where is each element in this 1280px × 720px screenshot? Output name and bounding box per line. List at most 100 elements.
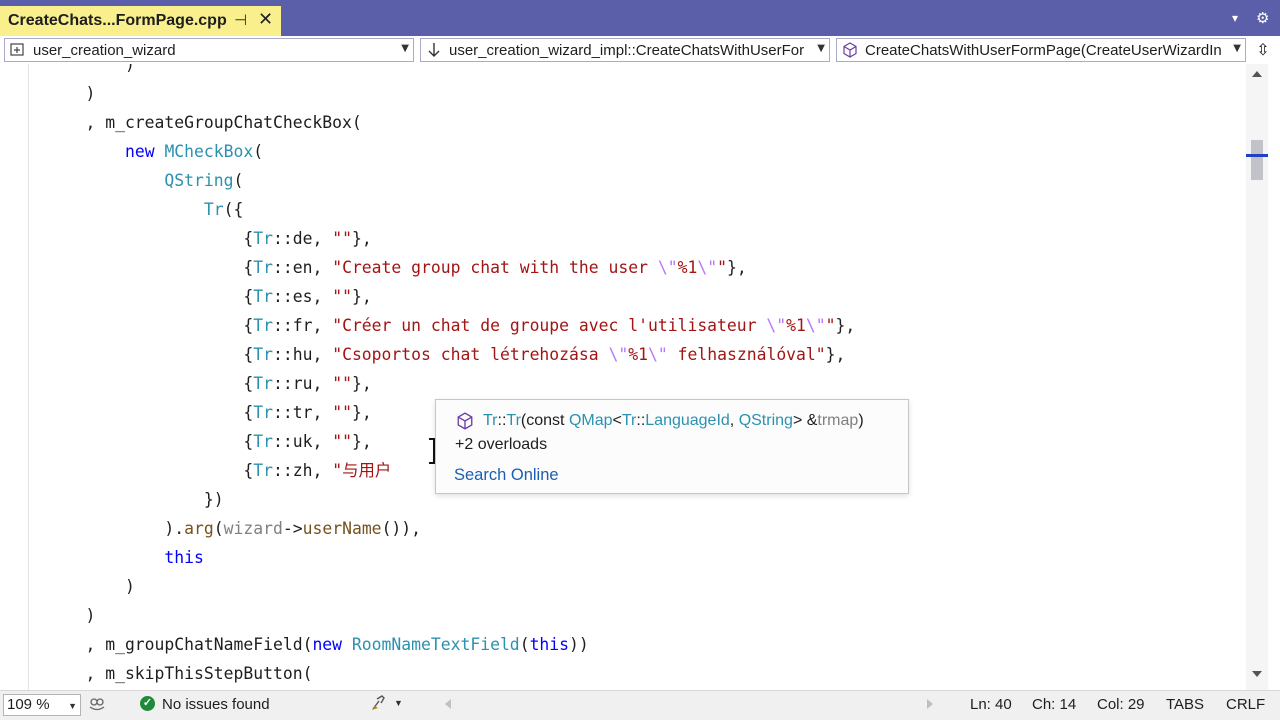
code-token: , m_groupChatNameField( xyxy=(46,635,313,654)
code-token: QString xyxy=(164,171,234,190)
code-token: , m_skipThisStepButton( xyxy=(46,664,313,683)
code-token: { xyxy=(46,258,254,277)
project-dropdown[interactable]: user_creation_wizard ▼ xyxy=(4,38,414,62)
signature-token: Tr xyxy=(621,412,637,429)
signature-token: ) xyxy=(858,412,864,429)
code-token: Tr xyxy=(253,316,273,335)
code-token: \" xyxy=(805,316,826,335)
signature-token: QString xyxy=(738,412,793,429)
code-token: felhasználóval" xyxy=(667,345,826,364)
column-number-status[interactable]: Col: 29 xyxy=(1097,696,1145,713)
code-token: }, xyxy=(825,345,846,364)
code-token: { xyxy=(46,287,254,306)
scope-dropdown-label: user_creation_wizard_impl::CreateChatsWi… xyxy=(449,41,805,59)
code-token: ) xyxy=(46,64,135,74)
code-token: ::de, xyxy=(272,229,333,248)
code-line: ) xyxy=(46,572,135,601)
arrow-down-icon xyxy=(423,42,445,58)
code-token: ( xyxy=(213,519,224,538)
signature-token: QMap xyxy=(568,412,613,429)
code-editor[interactable]: ) ) , m_createGroupChatCheckBox( new MCh… xyxy=(0,64,1246,690)
chevron-down-icon: ▼ xyxy=(1233,43,1241,54)
code-token: { xyxy=(46,374,254,393)
code-line: QString( xyxy=(46,166,243,195)
no-issues-check-icon[interactable]: ✓ xyxy=(140,696,155,711)
code-token: "Csoportos chat létrehozása xyxy=(332,345,609,364)
code-token: Tr xyxy=(253,258,273,277)
code-token: \" xyxy=(648,345,668,364)
code-token: ::uk, xyxy=(272,432,333,451)
tab-createchats-formpage[interactable]: CreateChats...FormPage.cpp ⊣ ✕ xyxy=(0,6,281,36)
signature-token: > & xyxy=(792,412,818,429)
chevron-down-icon[interactable]: ▼ xyxy=(394,698,403,708)
code-token: }, xyxy=(835,316,856,335)
method-cube-icon xyxy=(456,412,474,435)
code-token: Tr xyxy=(203,200,224,219)
line-ending-status[interactable]: CRLF xyxy=(1226,696,1265,713)
member-dropdown-label: CreateChatsWithUserFormPage(CreateUserWi… xyxy=(865,41,1222,59)
code-line: , m_groupChatNameField(new RoomNameTextF… xyxy=(46,630,588,659)
tab-list-dropdown-icon[interactable]: ▾ xyxy=(1232,11,1238,25)
code-token: ::tr, xyxy=(272,403,333,422)
chevron-down-icon: ▼ xyxy=(401,43,409,54)
line-number-status[interactable]: Ln: 40 xyxy=(970,696,1012,713)
code-token: }, xyxy=(351,403,372,422)
code-token: this xyxy=(529,635,570,654)
scroll-down-icon[interactable] xyxy=(1252,670,1262,678)
code-token: ::es, xyxy=(272,287,333,306)
code-line: new MCheckBox( xyxy=(46,137,263,166)
code-token: { xyxy=(46,432,254,451)
copilot-icon[interactable] xyxy=(88,695,106,715)
code-token: ()), xyxy=(381,519,422,538)
code-token: ::zh, xyxy=(272,461,333,480)
code-token: " xyxy=(717,258,727,277)
scope-dropdown[interactable]: user_creation_wizard_impl::CreateChatsWi… xyxy=(420,38,830,62)
code-token: "" xyxy=(332,374,352,393)
code-token: }, xyxy=(351,287,372,306)
code-cleanup-brush-icon[interactable] xyxy=(370,695,388,715)
scroll-up-icon[interactable] xyxy=(1252,70,1262,78)
signature-token: LanguageId xyxy=(645,412,730,429)
code-token: ( xyxy=(233,171,244,190)
code-token: { xyxy=(46,461,254,480)
signature-token: Tr xyxy=(483,412,498,429)
scrollbar-thumb[interactable] xyxy=(1251,140,1263,180)
vertical-scrollbar[interactable] xyxy=(1246,64,1268,690)
code-token: { xyxy=(46,229,254,248)
code-token: ::hu, xyxy=(272,345,333,364)
project-dropdown-label: user_creation_wizard xyxy=(33,41,176,59)
signature-token: Tr xyxy=(506,412,521,429)
code-token: ({ xyxy=(223,200,244,219)
split-window-icon[interactable]: ⇳ xyxy=(1252,40,1274,60)
code-token: %1 xyxy=(677,258,698,277)
code-token: ::fr, xyxy=(272,316,333,335)
project-icon xyxy=(7,43,29,57)
scroll-right-icon[interactable] xyxy=(926,699,934,709)
quick-info-signature: Tr::Tr(const QMap<Tr::LanguageId, QStrin… xyxy=(483,412,864,430)
method-cube-icon xyxy=(839,42,861,58)
code-token: }, xyxy=(726,258,747,277)
code-line: Tr({ xyxy=(46,195,244,224)
char-number-status[interactable]: Ch: 14 xyxy=(1032,696,1076,713)
code-token: { xyxy=(46,403,254,422)
code-token: Tr xyxy=(253,432,273,451)
signature-token: , xyxy=(729,412,739,429)
chevron-down-icon: ▼ xyxy=(817,43,825,54)
gutter-divider xyxy=(28,64,29,690)
code-line: ).arg(wizard->userName()), xyxy=(46,514,421,543)
code-line: {Tr::fr, "Créer un chat de groupe avec l… xyxy=(46,311,855,340)
search-online-link[interactable]: Search Online xyxy=(454,466,559,485)
code-line: {Tr::uk, ""}, xyxy=(46,427,371,456)
settings-gear-icon[interactable]: ⚙ xyxy=(1256,9,1269,27)
indentation-status[interactable]: TABS xyxy=(1166,696,1204,713)
close-tab-icon[interactable]: ✕ xyxy=(258,9,273,30)
scroll-left-icon[interactable] xyxy=(444,699,452,709)
signature-token: :: xyxy=(636,412,646,429)
code-token: Tr xyxy=(253,229,273,248)
code-token: "Créer un chat de groupe avec l'utilisat… xyxy=(332,316,767,335)
code-line: {Tr::hu, "Csoportos chat létrehozása \"%… xyxy=(46,340,845,369)
member-dropdown[interactable]: CreateChatsWithUserFormPage(CreateUserWi… xyxy=(836,38,1246,62)
zoom-level-dropdown[interactable]: 109 % ▼ xyxy=(3,694,81,716)
pin-tab-icon[interactable]: ⊣ xyxy=(234,11,247,29)
issues-status[interactable]: No issues found xyxy=(162,696,270,713)
